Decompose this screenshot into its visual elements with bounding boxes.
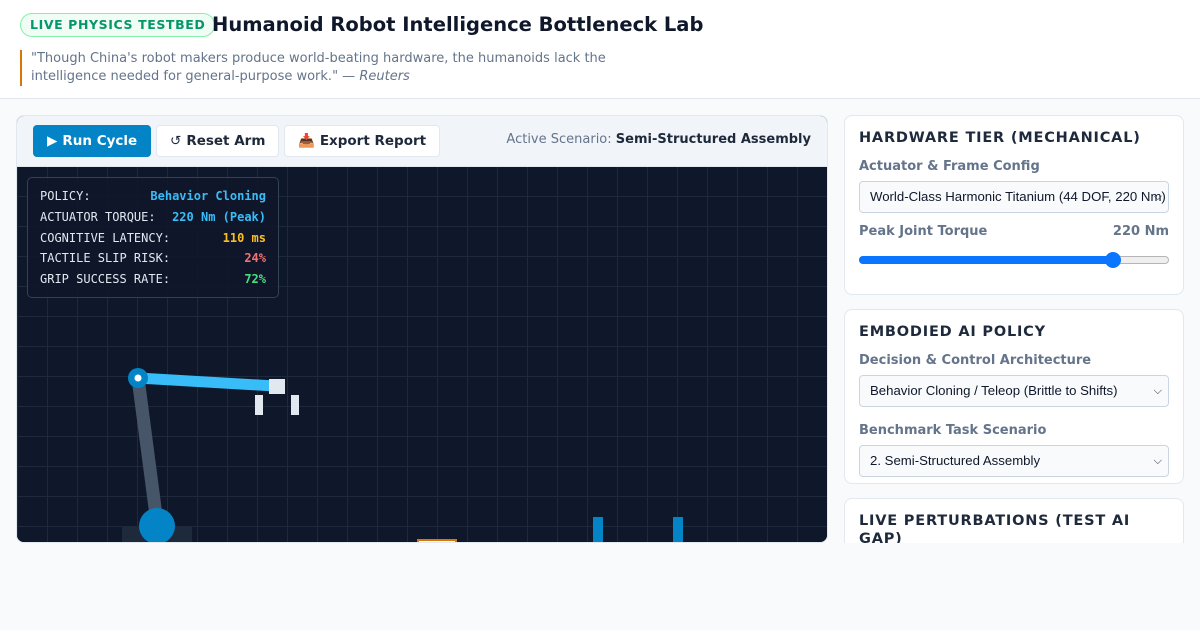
simulation-panel: ▶ Run Cycle ↺ Reset Arm 📥 Export Report Act… xyxy=(16,115,828,543)
hud-value: 110 ms xyxy=(222,230,266,245)
ai-policy-card: EMBODIED AI POLICY Decision & Control Ar… xyxy=(844,309,1184,484)
actuator-config-select[interactable]: World-Class Harmonic Titanium (44 DOF, 2… xyxy=(859,181,1169,213)
target-part xyxy=(417,539,457,542)
reset-icon: ↺ xyxy=(170,133,182,149)
hud-key: TACTILE SLIP RISK: xyxy=(40,251,171,266)
hud-value: 24% xyxy=(244,251,266,266)
sim-toolbar: ▶ Run Cycle ↺ Reset Arm 📥 Export Report Act… xyxy=(17,116,827,167)
task-scenario-label: Benchmark Task Scenario xyxy=(859,423,1047,438)
quote-text: "Though China's robot makers produce wor… xyxy=(31,51,606,84)
architecture-label: Decision & Control Architecture xyxy=(859,353,1092,368)
active-scenario-prefix: Active Scenario: xyxy=(506,132,612,147)
play-icon: ▶ xyxy=(47,133,58,149)
torque-value: 220 Nm xyxy=(1112,224,1169,239)
slider-fill xyxy=(859,256,1114,264)
physics-canvas[interactable]: POLICY: Behavior Cloning ACTUATOR TORQUE:… xyxy=(17,167,827,542)
hardware-tier-card: HARDWARE TIER (MECHANICAL) Actuator & Fr… xyxy=(844,115,1184,295)
chevron-down-icon: ⌵ xyxy=(1153,385,1162,397)
gripper-finger-left xyxy=(255,395,263,415)
reuters-quote: "Though China's robot makers produce wor… xyxy=(20,50,620,86)
export-report-label: Export Report xyxy=(319,133,427,149)
assembly-post-left xyxy=(593,517,603,542)
hud-key: ACTUATOR TORQUE: xyxy=(40,209,156,224)
arm-lower-link xyxy=(131,371,164,530)
active-scenario: Active Scenario: Semi-Structured Assembl… xyxy=(506,132,811,147)
policy-heading: EMBODIED AI POLICY xyxy=(859,324,1046,340)
reset-arm-button[interactable]: ↺ Reset Arm xyxy=(156,125,280,157)
hud-row-grip: GRIP SUCCESS RATE: 72% xyxy=(40,269,266,290)
hardware-heading: HARDWARE TIER (MECHANICAL) xyxy=(859,130,1141,146)
hud-key: POLICY: xyxy=(40,189,91,203)
architecture-select[interactable]: Behavior Cloning / Teleop (Brittle to Sh… xyxy=(859,375,1169,407)
quote-source: Reuters xyxy=(359,69,410,84)
hud-key: GRIP SUCCESS RATE: xyxy=(40,272,171,287)
torque-slider[interactable] xyxy=(859,252,1169,268)
gripper-finger-right xyxy=(291,395,299,415)
architecture-value: Behavior Cloning / Teleop (Brittle to Sh… xyxy=(870,383,1118,398)
live-badge: LIVE PHYSICS TESTBED xyxy=(20,13,216,37)
hud-row-latency: COGNITIVE LATENCY: 110 ms xyxy=(40,228,266,249)
hud-value: 72% xyxy=(244,272,266,287)
run-cycle-button[interactable]: ▶ Run Cycle xyxy=(33,125,152,157)
perturbations-card: LIVE PERTURBATIONS (TEST AI GAP) xyxy=(844,498,1184,543)
telemetry-hud: POLICY: Behavior Cloning ACTUATOR TORQUE:… xyxy=(27,177,279,298)
download-tray-icon: 📥 xyxy=(298,133,315,149)
gripper-wrist xyxy=(269,379,285,394)
assembly-post-right xyxy=(673,517,683,542)
chevron-down-icon: ⌵ xyxy=(1153,191,1162,203)
hud-row-slip: TACTILE SLIP RISK: 24% xyxy=(40,248,266,269)
arm-elbow-pin xyxy=(134,374,142,382)
actuator-config-value: World-Class Harmonic Titanium (44 DOF, 2… xyxy=(870,189,1166,204)
page-header: LIVE PHYSICS TESTBED Humanoid Robot Inte… xyxy=(0,0,1200,99)
perturbations-heading: LIVE PERTURBATIONS (TEST AI GAP) xyxy=(859,513,1131,543)
reset-arm-label: Reset Arm xyxy=(186,133,266,149)
task-scenario-select[interactable]: 2. Semi-Structured Assembly ⌵ xyxy=(859,445,1169,477)
slider-thumb[interactable] xyxy=(1105,252,1122,268)
chevron-down-icon: ⌵ xyxy=(1153,455,1162,467)
hud-row-torque: ACTUATOR TORQUE: 220 Nm (Peak) xyxy=(40,207,266,228)
torque-row: Peak Joint Torque 220 Nm xyxy=(859,224,1169,240)
hud-value: 220 Nm (Peak) xyxy=(172,209,266,224)
actuator-config-label: Actuator & Frame Config xyxy=(859,159,1040,174)
run-cycle-label: Run Cycle xyxy=(62,133,138,149)
hud-row-policy: POLICY: Behavior Cloning xyxy=(40,186,266,207)
hud-key: COGNITIVE LATENCY: xyxy=(40,230,171,245)
arm-base-joint xyxy=(139,508,175,542)
hud-value: Behavior Cloning xyxy=(150,189,266,203)
arm-upper-link xyxy=(137,372,276,392)
torque-label: Peak Joint Torque xyxy=(859,224,988,239)
active-scenario-value: Semi-Structured Assembly xyxy=(615,132,811,147)
export-report-button[interactable]: 📥 Export Report xyxy=(284,125,441,157)
page-title: Humanoid Robot Intelligence Bottleneck L… xyxy=(212,13,704,36)
task-scenario-value: 2. Semi-Structured Assembly xyxy=(870,453,1041,468)
